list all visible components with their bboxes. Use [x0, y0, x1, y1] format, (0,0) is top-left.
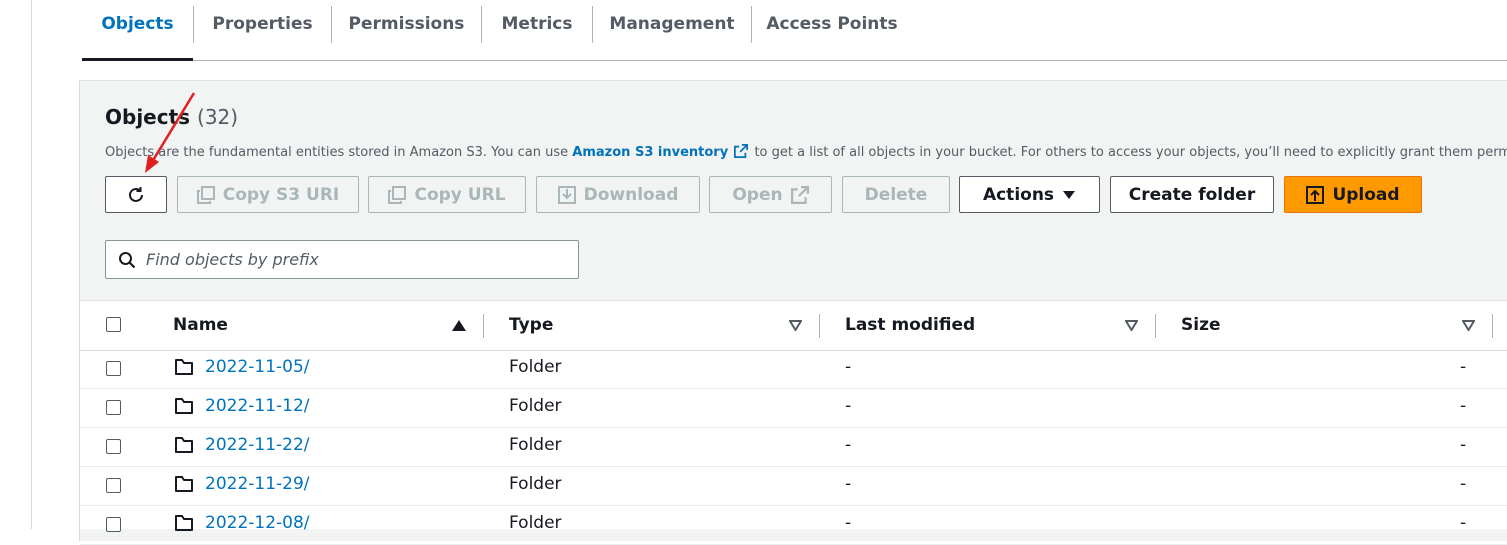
last-modified-cell: - [845, 396, 852, 416]
tab-objects[interactable]: Objects [82, 0, 193, 61]
row-checkbox[interactable] [106, 439, 121, 454]
column-divider[interactable] [483, 314, 484, 338]
select-all-checkbox[interactable] [106, 317, 121, 332]
create-folder-button[interactable]: Create folder [1110, 176, 1274, 213]
external-link-icon[interactable] [734, 144, 749, 158]
delete-label: Delete [864, 184, 928, 205]
copy-url-label: Copy URL [414, 184, 506, 205]
table-row[interactable]: 2022-12-08/ Folder - - [80, 505, 1507, 545]
create-folder-label: Create folder [1128, 184, 1256, 205]
column-size[interactable]: Size [1181, 315, 1221, 335]
open-button[interactable]: Open [709, 176, 832, 213]
upload-button[interactable]: Upload [1284, 176, 1422, 213]
download-button[interactable]: Download [536, 176, 700, 213]
tab-metrics[interactable]: Metrics [482, 0, 592, 60]
upload-icon [1306, 185, 1325, 204]
copy-s3-uri-button[interactable]: Copy S3 URI [177, 176, 359, 213]
upload-label: Upload [1332, 184, 1400, 205]
table-row[interactable]: 2022-11-22/ Folder - - [80, 427, 1507, 467]
open-label: Open [732, 184, 783, 205]
tab-access-points[interactable]: Access Points [752, 0, 912, 60]
last-modified-cell: - [845, 474, 852, 494]
column-name[interactable]: Name [173, 315, 228, 335]
sort-unsorted-icon[interactable] [789, 320, 802, 331]
size-cell: - [1460, 435, 1467, 455]
copy-icon [388, 185, 407, 204]
last-modified-cell: - [845, 513, 852, 533]
search-icon [119, 251, 136, 268]
size-cell: - [1460, 396, 1467, 416]
actions-label: Actions [982, 184, 1055, 205]
external-link-icon [790, 185, 809, 204]
folder-link[interactable]: 2022-11-12/ [205, 396, 310, 416]
folder-link[interactable]: 2022-11-29/ [205, 474, 310, 494]
copy-icon [196, 185, 215, 204]
tab-permissions[interactable]: Permissions [332, 0, 481, 60]
size-cell: - [1460, 474, 1467, 494]
search-input[interactable] [144, 249, 548, 270]
objects-heading: Objects (32) [105, 105, 238, 129]
table-row[interactable]: 2022-11-12/ Folder - - [80, 388, 1507, 428]
table-row[interactable]: 2022-11-29/ Folder - - [80, 466, 1507, 506]
column-last-modified[interactable]: Last modified [845, 315, 975, 335]
objects-description: Objects are the fundamental entities sto… [105, 144, 1507, 160]
s3-inventory-link[interactable]: Amazon S3 inventory [572, 145, 728, 160]
table-header: Name Type Last modified Size [80, 300, 1507, 351]
folder-link[interactable]: 2022-12-08/ [205, 513, 310, 533]
download-icon [557, 185, 576, 204]
folder-link[interactable]: 2022-11-22/ [205, 435, 310, 455]
folder-icon [175, 437, 193, 453]
bucket-tabs: Objects Properties Permissions Metrics M… [82, 0, 1507, 61]
folder-icon [175, 476, 193, 492]
size-cell: - [1460, 357, 1467, 377]
row-checkbox[interactable] [106, 361, 121, 376]
last-modified-cell: - [845, 435, 852, 455]
copy-s3-uri-label: Copy S3 URI [222, 184, 340, 205]
folder-icon [175, 359, 193, 375]
objects-count: (32) [197, 105, 239, 129]
tab-management[interactable]: Management [593, 0, 751, 60]
sort-unsorted-icon[interactable] [1462, 320, 1475, 331]
type-cell: Folder [509, 513, 562, 533]
table-row[interactable]: 2022-11-05/ Folder - - [80, 349, 1507, 389]
search-box [105, 240, 579, 279]
row-checkbox[interactable] [106, 400, 121, 415]
objects-title: Objects [105, 105, 191, 129]
column-type[interactable]: Type [509, 315, 553, 335]
type-cell: Folder [509, 396, 562, 416]
description-text: Objects are the fundamental entities sto… [105, 145, 573, 160]
last-modified-cell: - [845, 357, 852, 377]
folder-link[interactable]: 2022-11-05/ [205, 357, 310, 377]
size-cell: - [1460, 513, 1467, 533]
caret-down-icon [1063, 190, 1076, 199]
sort-unsorted-icon[interactable] [1125, 320, 1138, 331]
sort-ascending-icon[interactable] [452, 320, 466, 331]
tab-properties[interactable]: Properties [194, 0, 331, 60]
refresh-icon [129, 186, 143, 202]
delete-button[interactable]: Delete [842, 176, 950, 213]
column-divider[interactable] [1492, 314, 1493, 338]
refresh-button[interactable] [105, 176, 167, 213]
row-checkbox[interactable] [106, 517, 121, 532]
description-text-continued: to get a list of all objects in your buc… [750, 145, 1507, 160]
type-cell: Folder [509, 435, 562, 455]
column-divider[interactable] [819, 314, 820, 338]
type-cell: Folder [509, 357, 562, 377]
column-divider[interactable] [1155, 314, 1156, 338]
download-label: Download [583, 184, 679, 205]
copy-url-button[interactable]: Copy URL [368, 176, 526, 213]
left-nav-strip [0, 0, 32, 529]
type-cell: Folder [509, 474, 562, 494]
actions-dropdown-button[interactable]: Actions [959, 176, 1100, 213]
row-checkbox[interactable] [106, 478, 121, 493]
objects-table: Name Type Last modified Size 2022-11-05/… [80, 300, 1507, 545]
folder-icon [175, 398, 193, 414]
